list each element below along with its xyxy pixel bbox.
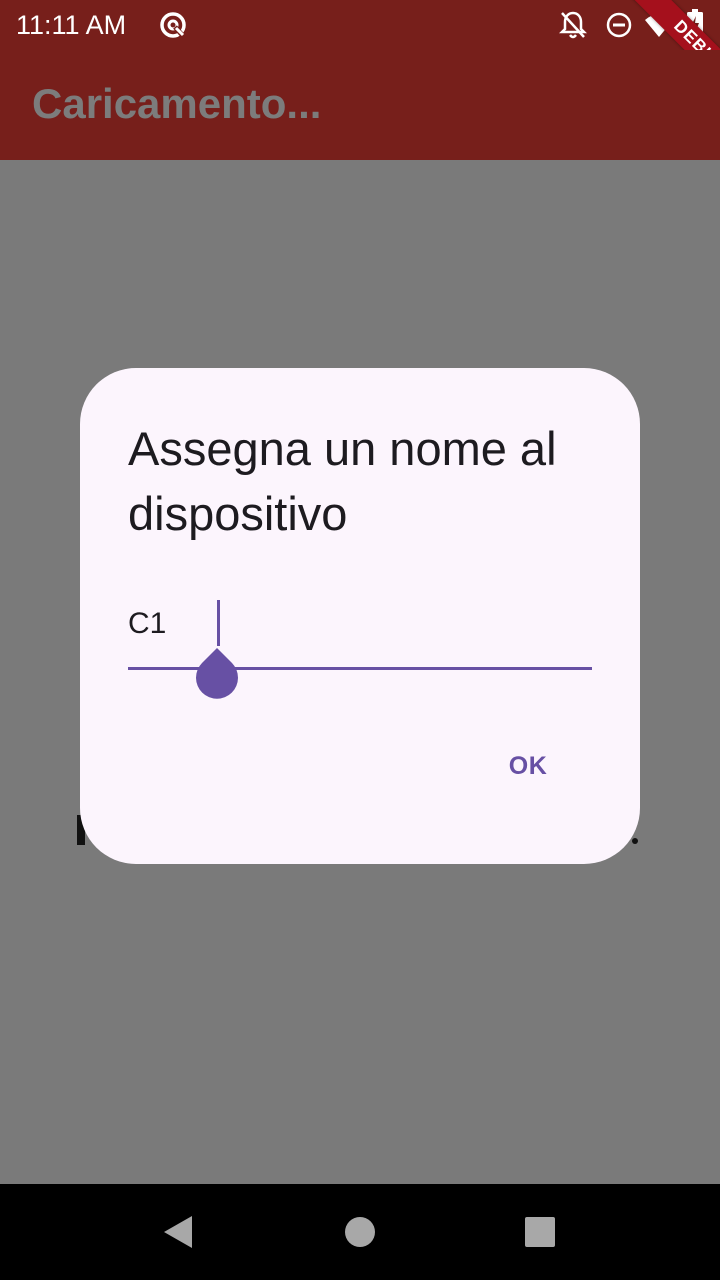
device-name-input[interactable]: C1: [128, 607, 166, 641]
rename-device-dialog: Assegna un nome al dispositivo C1 OK: [80, 368, 640, 864]
recents-icon[interactable]: [524, 1216, 556, 1248]
text-cursor: [217, 600, 220, 646]
sync-icon: [160, 12, 186, 39]
back-icon[interactable]: [160, 1214, 196, 1250]
dialog-title: Assegna un nome al dispositivo: [128, 422, 557, 540]
app-bar-title: Caricamento...: [32, 80, 322, 127]
background-text-period: [632, 838, 638, 844]
cursor-handle-icon[interactable]: [195, 648, 239, 700]
device-name-field[interactable]: C1: [128, 592, 592, 702]
ok-button[interactable]: OK: [490, 738, 566, 794]
home-icon[interactable]: [344, 1216, 376, 1248]
status-time: 11:11 AM: [16, 10, 127, 40]
